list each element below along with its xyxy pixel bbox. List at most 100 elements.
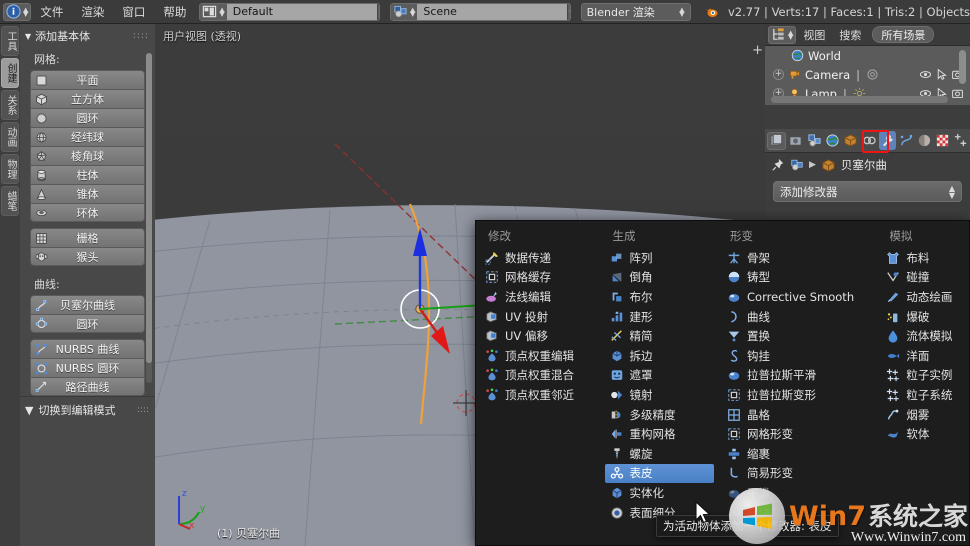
- expand-icon-camera[interactable]: +: [773, 69, 784, 80]
- menu-item-data-transfer[interactable]: 数据传递: [480, 248, 597, 268]
- menu-item-skin[interactable]: 表皮: [604, 463, 715, 484]
- menu-item-particle-instance[interactable]: 粒子实例: [881, 366, 965, 386]
- menu-item-lattice[interactable]: 晶格: [722, 405, 873, 425]
- render-camera-icon[interactable]: [951, 87, 964, 100]
- outliner-row-camera[interactable]: + Camera |: [765, 65, 970, 84]
- menu-item-dynamic-paint[interactable]: 动态绘画: [881, 287, 965, 307]
- data-tab[interactable]: [897, 131, 914, 150]
- world-tab[interactable]: [842, 131, 859, 150]
- menu-item-mask[interactable]: 遮罩: [605, 366, 715, 386]
- menu-item-remesh[interactable]: 重构网格: [605, 424, 715, 444]
- add-icosphere-button[interactable]: 棱角球: [30, 146, 145, 165]
- menu-window[interactable]: 窗口: [113, 0, 154, 24]
- add-bezier-circle-button[interactable]: 圆环: [30, 314, 145, 333]
- add-cone-button[interactable]: 锥体: [30, 184, 145, 203]
- editor-type-spinner[interactable]: ▲ ▼: [23, 6, 28, 17]
- menu-render[interactable]: 渲染: [72, 0, 113, 24]
- menu-item-mesh-cache[interactable]: 网格缓存: [480, 268, 597, 288]
- scene-add-button[interactable]: +: [567, 3, 570, 20]
- menu-item-soft-body[interactable]: 软体: [881, 424, 965, 444]
- sidebar-item-relations[interactable]: 关系: [1, 90, 19, 120]
- sidebar-item-grease-pencil[interactable]: 蜡笔: [1, 186, 19, 216]
- menu-item-bevel[interactable]: 倒角: [605, 268, 715, 288]
- menu-item-smoke[interactable]: 烟雾: [881, 405, 965, 425]
- scene-tab[interactable]: [824, 131, 841, 150]
- outliner-menu-search[interactable]: 搜索: [832, 27, 868, 43]
- outliner-horizontal-scrollbar[interactable]: [771, 96, 948, 103]
- menu-item-solidify[interactable]: 实体化: [605, 483, 715, 503]
- eye-icon[interactable]: [919, 68, 932, 81]
- menu-item-array[interactable]: 阵列: [605, 248, 715, 268]
- screen-layout-add-button[interactable]: +: [376, 3, 380, 20]
- menu-item-explode[interactable]: 爆破: [881, 307, 965, 327]
- add-monkey-button[interactable]: 猴头: [30, 247, 145, 266]
- render-engine-combo[interactable]: Blender 渲染 ▲ ▼: [580, 2, 691, 21]
- sidebar-item-tools[interactable]: 工具: [1, 26, 19, 56]
- menu-item-vertex-weight-proximity[interactable]: 顶点权重邻近: [480, 385, 597, 405]
- menu-item-curve[interactable]: 曲线: [722, 307, 873, 327]
- add-circle-button[interactable]: 圆环: [30, 108, 145, 127]
- menu-item-corrective-smooth[interactable]: Corrective Smooth: [722, 287, 873, 307]
- menu-item-decimate[interactable]: 精简: [605, 326, 715, 346]
- menu-item-uv-warp[interactable]: UV 偏移: [480, 326, 597, 346]
- menu-item-boolean[interactable]: 布尔: [605, 287, 715, 307]
- properties-editor-type-button[interactable]: [767, 131, 786, 150]
- outliner-vertical-scrollbar[interactable]: [959, 50, 966, 84]
- texture-tab[interactable]: [934, 131, 951, 150]
- scene-spinner[interactable]: ▲ ▼: [410, 6, 415, 17]
- add-modifier-dropdown[interactable]: 添加修改器 ▲ ▼: [773, 181, 962, 202]
- menu-item-uv-project[interactable]: UV 投射: [480, 307, 597, 327]
- outliner-display-mode[interactable]: 所有场景: [872, 26, 935, 43]
- menu-item-armature[interactable]: 骨架: [722, 248, 873, 268]
- scene-combo[interactable]: ▲▼ Scene + ✕: [390, 2, 571, 21]
- menu-item-smooth[interactable]: 平滑: [722, 483, 873, 503]
- add-plane-button[interactable]: 平面: [30, 70, 145, 89]
- menu-file[interactable]: 文件: [31, 0, 72, 24]
- outliner-row-world[interactable]: World: [765, 46, 970, 65]
- menu-item-collision[interactable]: 碰撞: [881, 268, 965, 288]
- menu-item-vertex-weight-edit[interactable]: 顶点权重编辑: [480, 346, 597, 366]
- particles-tab[interactable]: [953, 131, 970, 150]
- menu-item-particle-system[interactable]: 粒子系统: [881, 385, 965, 405]
- add-cylinder-button[interactable]: 柱体: [30, 165, 145, 184]
- scene-name-value[interactable]: Scene: [417, 3, 568, 20]
- menu-item-laplacian-deform[interactable]: 拉普拉斯变形: [722, 385, 873, 405]
- render-engine-spinner[interactable]: ▲ ▼: [679, 6, 684, 17]
- menu-item-fluid-sim[interactable]: 流体模拟: [881, 326, 965, 346]
- outliner-menu-view[interactable]: 视图: [796, 27, 832, 43]
- add-nurbs-curve-button[interactable]: NURBS 曲线: [30, 339, 145, 358]
- modifier-tab[interactable]: [879, 131, 897, 150]
- menu-item-displace[interactable]: 置换: [722, 326, 873, 346]
- menu-item-simple-deform[interactable]: 简易形变: [722, 464, 873, 484]
- add-cube-button[interactable]: 立方体: [30, 89, 145, 108]
- viewport-expand-panel-icon[interactable]: +: [752, 44, 763, 57]
- screen-layout-value[interactable]: Default: [226, 3, 377, 20]
- menu-item-vertex-weight-mix[interactable]: 顶点权重混合: [480, 366, 597, 386]
- screen-layout-combo[interactable]: ▲▼ Default + ✕: [199, 2, 381, 21]
- add-bezier-curve-button[interactable]: 贝塞尔曲线: [30, 295, 145, 314]
- menu-item-cast[interactable]: 铸型: [722, 268, 873, 288]
- sidebar-item-animation[interactable]: 动画: [1, 122, 19, 152]
- add-uvsphere-button[interactable]: 经纬球: [30, 127, 145, 146]
- menu-item-mirror[interactable]: 镜射: [605, 385, 715, 405]
- add-primitive-panel-header[interactable]: ▼ 添加基本体 ::::: [20, 24, 155, 47]
- menu-item-laplacian-smooth[interactable]: 拉普拉斯平滑: [722, 366, 873, 386]
- menu-item-multires[interactable]: 多级精度: [605, 405, 715, 425]
- menu-item-normal-edit[interactable]: 法线编辑: [480, 287, 597, 307]
- menu-item-mesh-deform[interactable]: 网格形变: [722, 424, 873, 444]
- add-nurbs-circle-button[interactable]: NURBS 圆环: [30, 358, 145, 377]
- sidebar-item-create[interactable]: 创建: [1, 58, 19, 88]
- pin-icon[interactable]: [771, 158, 785, 172]
- menu-item-build[interactable]: 建形: [605, 307, 715, 327]
- render-layers-tab[interactable]: [805, 131, 822, 150]
- toolshelf-scrollbar[interactable]: [146, 53, 152, 383]
- outliner-type-spinner[interactable]: ▲ ▼: [788, 29, 793, 40]
- menu-item-cloth[interactable]: 布料: [881, 248, 965, 268]
- sidebar-item-physics[interactable]: 物理: [1, 154, 19, 184]
- render-tab[interactable]: [787, 131, 804, 150]
- scene-icon[interactable]: [790, 158, 804, 172]
- screen-layout-spinner[interactable]: ▲ ▼: [219, 6, 224, 17]
- menu-item-edge-split[interactable]: 拆边: [605, 346, 715, 366]
- menu-item-screw[interactable]: 螺旋: [605, 444, 715, 464]
- cursor-arrow-icon[interactable]: [935, 68, 948, 81]
